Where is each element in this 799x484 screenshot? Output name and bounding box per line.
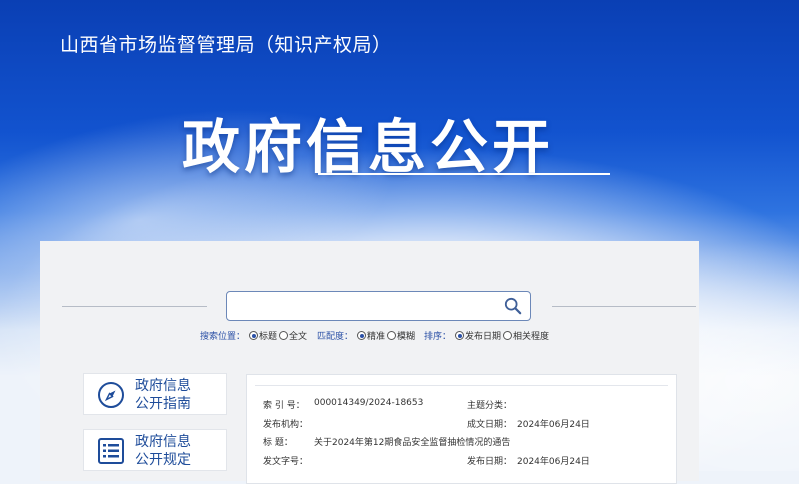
published-date-label: 发布日期： xyxy=(467,454,512,467)
sidebar-item-label-line1: 政府信息 xyxy=(135,433,225,451)
search-input[interactable] xyxy=(235,296,499,318)
search-sort-label: 排序： xyxy=(424,329,451,342)
search-box xyxy=(226,291,531,321)
sidebar-item-label-line1: 政府信息 xyxy=(135,377,225,395)
search-divider-right xyxy=(552,306,696,307)
sidebar-item-disclosure-guide[interactable]: 政府信息 公开指南 xyxy=(83,373,227,415)
title-value: 关于2024年第12期食品安全监督抽检情况的通告 xyxy=(314,435,510,448)
created-date-label: 成文日期： xyxy=(467,417,512,430)
search-scope-options: 搜索位置： 标题 全文 xyxy=(200,329,307,342)
published-date-value: 2024年06月24日 xyxy=(517,454,590,467)
index-number-label: 索 引 号： xyxy=(263,398,305,411)
topic-label: 主题分类： xyxy=(467,398,512,411)
sidebar-item-label-line2: 公开规定 xyxy=(135,451,225,469)
site-title[interactable]: 山西省市场监督管理局（知识产权局） xyxy=(60,30,392,57)
compass-icon xyxy=(97,381,125,409)
match-exact-label[interactable]: 精准 xyxy=(367,329,385,342)
title-underline xyxy=(318,173,610,175)
search-scope-label: 搜索位置： xyxy=(200,329,245,342)
title-label: 标 题： xyxy=(263,435,293,448)
scope-fulltext-radio[interactable] xyxy=(279,331,288,340)
match-exact-radio[interactable] xyxy=(357,331,366,340)
sort-relevance-label[interactable]: 相关程度 xyxy=(513,329,549,342)
document-metadata-table: 索 引 号： 000014349/2024-18653 主题分类： 发布机构： … xyxy=(246,374,677,484)
scope-title-radio[interactable] xyxy=(249,331,258,340)
index-number-value: 000014349/2024-18653 xyxy=(314,398,423,408)
publisher-label: 发布机构： xyxy=(263,417,308,430)
document-number-label: 发文字号： xyxy=(263,454,308,467)
match-fuzzy-radio[interactable] xyxy=(387,331,396,340)
search-match-label: 匹配度： xyxy=(317,329,353,342)
scope-title-label[interactable]: 标题 xyxy=(259,329,277,342)
sidebar-item-disclosure-rules[interactable]: 政府信息 公开规定 xyxy=(83,429,227,471)
sort-date-radio[interactable] xyxy=(455,331,464,340)
search-sort-options: 排序： 发布日期 相关程度 xyxy=(424,329,549,342)
sort-date-label[interactable]: 发布日期 xyxy=(465,329,501,342)
sidebar-item-label-line2: 公开指南 xyxy=(135,395,225,413)
search-icon[interactable] xyxy=(504,297,522,315)
list-icon xyxy=(97,437,125,465)
search-divider-left xyxy=(62,306,207,307)
metadata-grid: 索 引 号： 000014349/2024-18653 主题分类： 发布机构： … xyxy=(255,385,668,483)
scope-fulltext-label[interactable]: 全文 xyxy=(289,329,307,342)
page-title: 政府信息公开 xyxy=(182,100,554,184)
sort-relevance-radio[interactable] xyxy=(503,331,512,340)
created-date-value: 2024年06月24日 xyxy=(517,417,590,430)
match-fuzzy-label[interactable]: 模糊 xyxy=(397,329,415,342)
search-match-options: 匹配度： 精准 模糊 xyxy=(317,329,415,342)
